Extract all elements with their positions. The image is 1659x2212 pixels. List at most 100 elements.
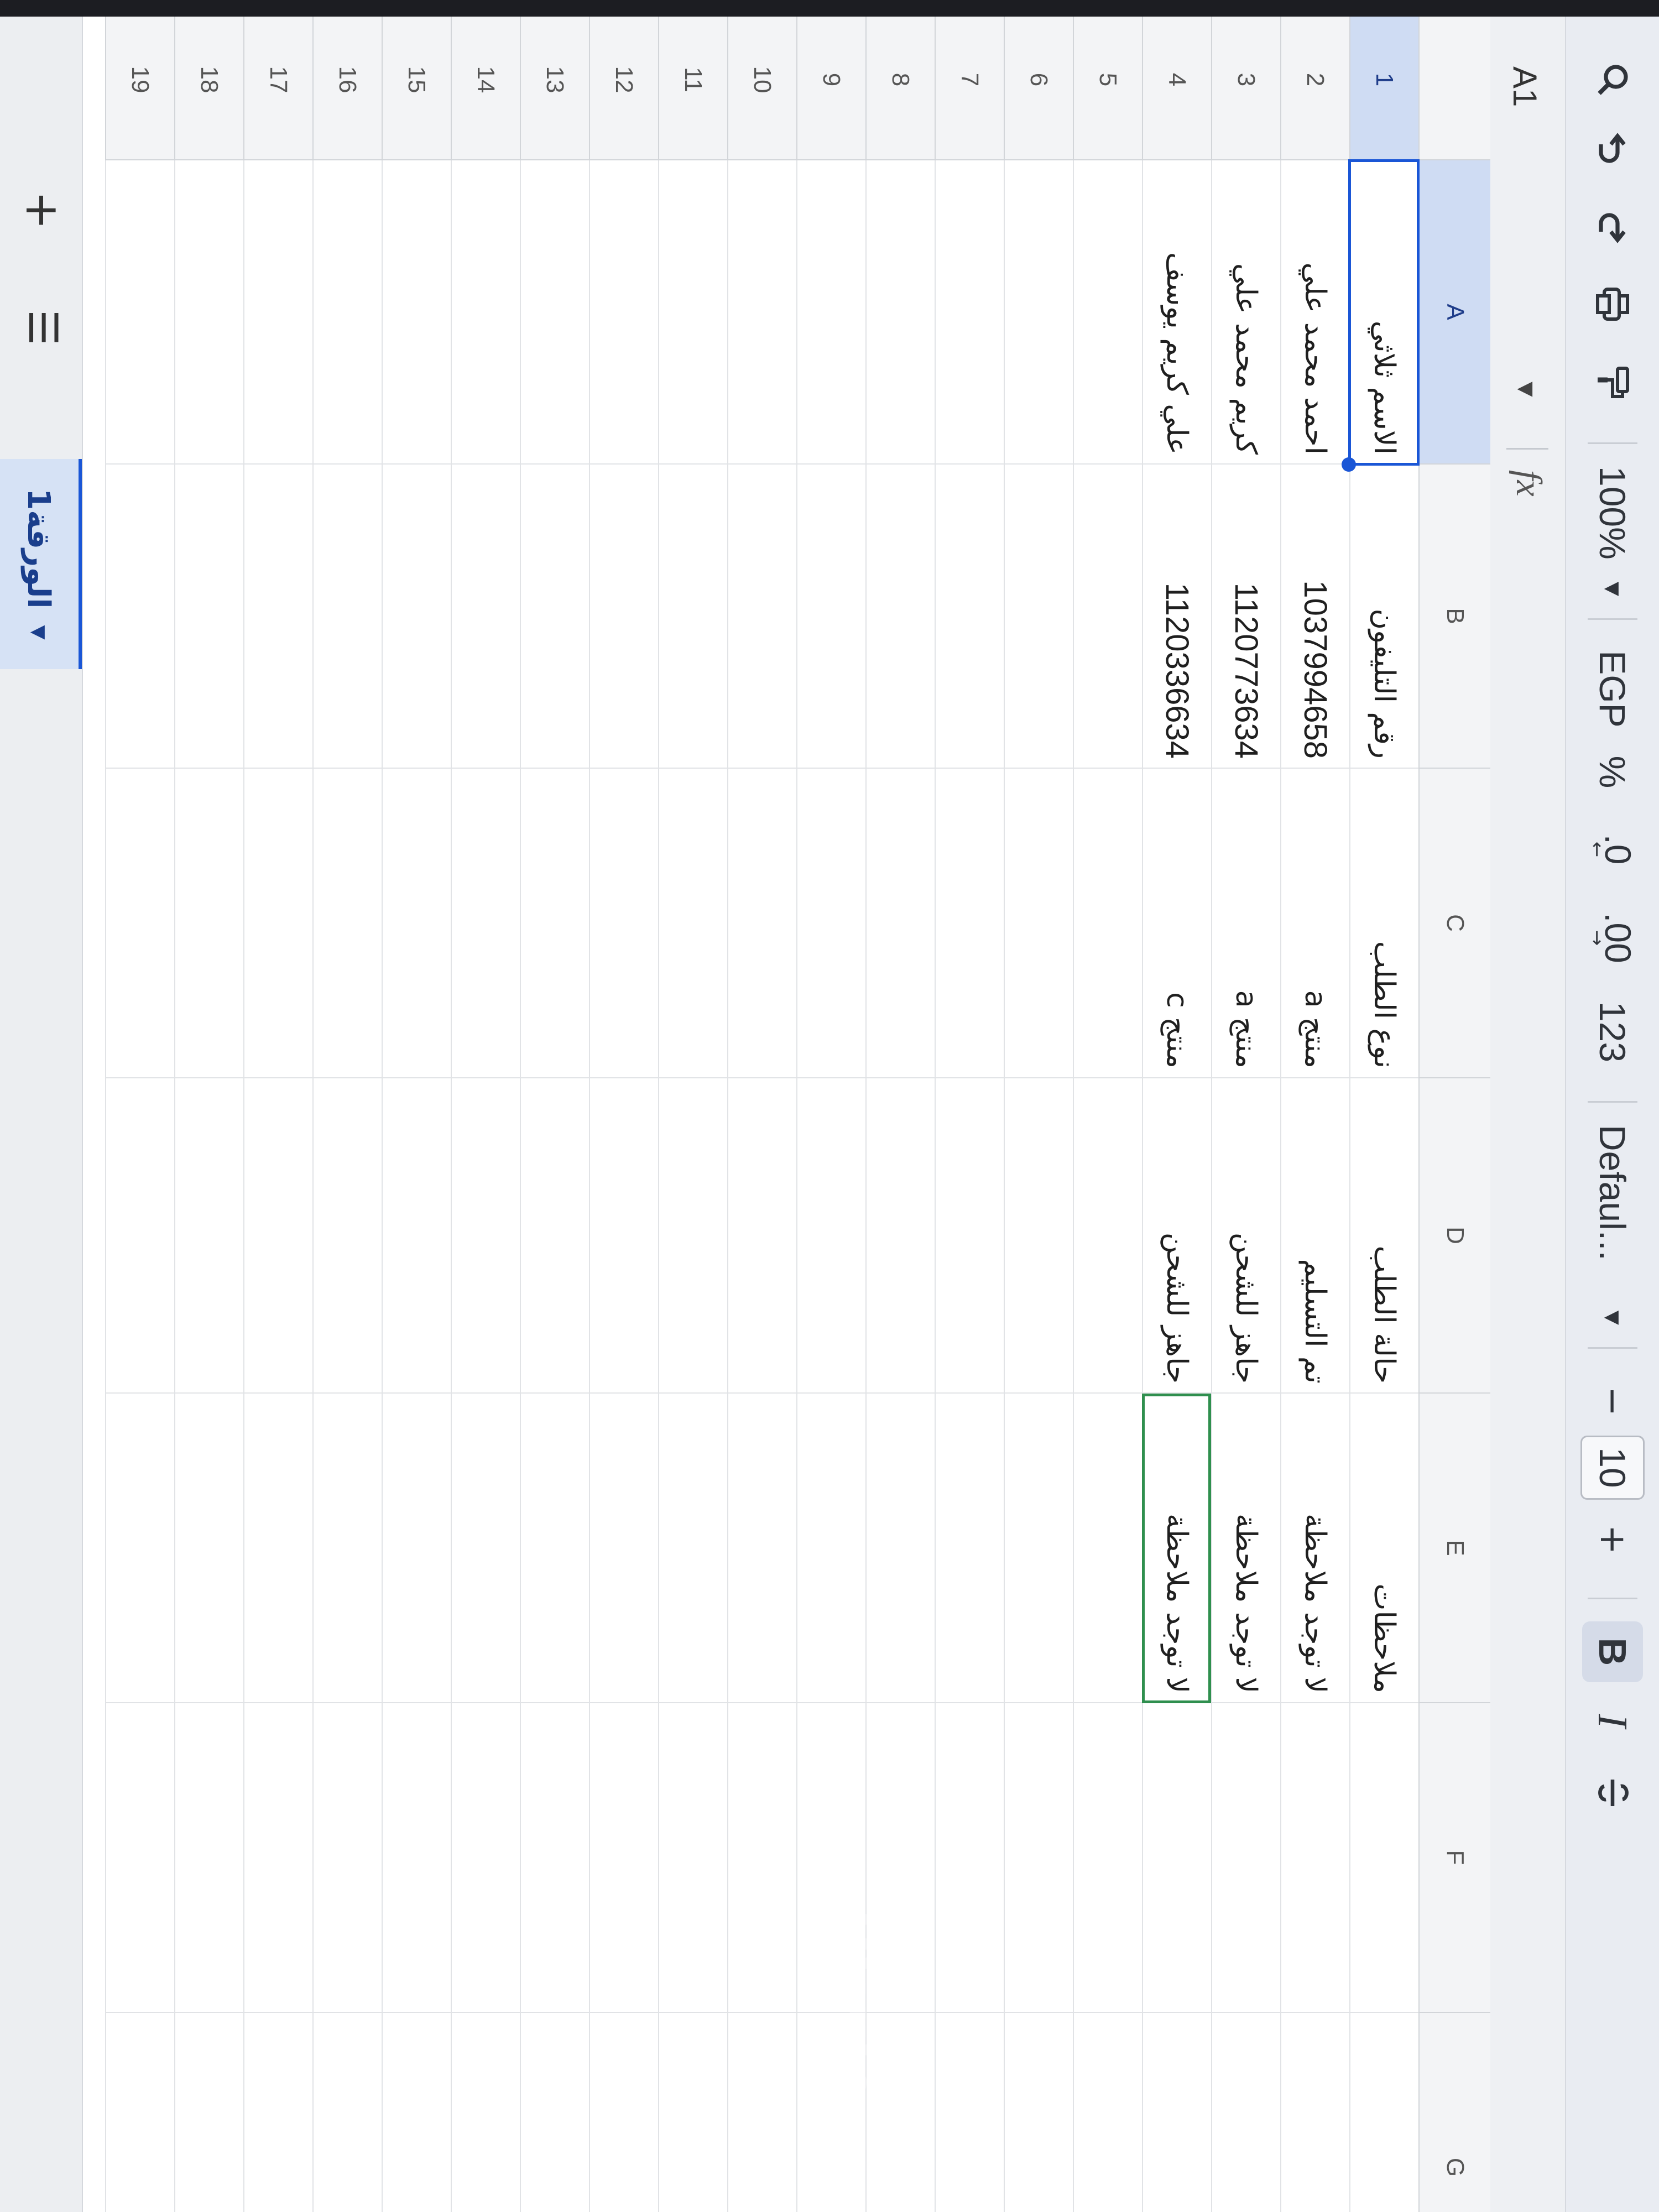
- cell-d4[interactable]: جاهز للشحن: [1142, 1078, 1211, 1394]
- grid-cell[interactable]: [105, 1394, 174, 1703]
- grid-cell[interactable]: [1073, 1703, 1142, 2013]
- grid-cell[interactable]: [658, 2013, 727, 2212]
- grid-cell[interactable]: [658, 769, 727, 1078]
- grid-cell[interactable]: [382, 1078, 451, 1394]
- grid-cell[interactable]: [1211, 1703, 1280, 2013]
- cell-c1[interactable]: نوع الطلب: [1349, 769, 1418, 1078]
- grid-cell[interactable]: [589, 1703, 658, 2013]
- sheet-tab[interactable]: الورقة1 ▼: [0, 459, 82, 669]
- cell-c2[interactable]: منتج a: [1280, 769, 1349, 1078]
- grid-cell[interactable]: [935, 465, 1004, 769]
- grid-cell[interactable]: [935, 1394, 1004, 1703]
- font-size-increase-button[interactable]: +: [1579, 1504, 1646, 1575]
- cell-e2[interactable]: لا توجد ملاحظة: [1280, 1394, 1349, 1703]
- grid-cell[interactable]: [1073, 1394, 1142, 1703]
- column-header-f[interactable]: F: [1418, 1703, 1490, 2013]
- grid-cell[interactable]: [520, 160, 589, 465]
- undo-icon[interactable]: [1579, 111, 1646, 188]
- grid-cell[interactable]: [589, 1078, 658, 1394]
- grid-cell[interactable]: [451, 2013, 520, 2212]
- grid-cell[interactable]: [1004, 465, 1073, 769]
- all-sheets-icon[interactable]: ☰: [20, 310, 66, 346]
- grid-cell[interactable]: [727, 465, 796, 769]
- bold-button[interactable]: B: [1582, 1621, 1643, 1682]
- grid-cell[interactable]: [382, 2013, 451, 2212]
- grid-cell[interactable]: [727, 160, 796, 465]
- cell-e1[interactable]: ملاحظات: [1349, 1394, 1418, 1703]
- grid-cell[interactable]: [865, 769, 935, 1078]
- grid-cell[interactable]: [658, 1078, 727, 1394]
- grid-cell[interactable]: [935, 769, 1004, 1078]
- row-header-10[interactable]: 10: [727, 0, 796, 160]
- column-header-c[interactable]: C: [1418, 769, 1490, 1078]
- row-header-2[interactable]: 2: [1280, 0, 1349, 160]
- grid-cell[interactable]: [312, 769, 382, 1078]
- paint-format-icon[interactable]: [1579, 343, 1646, 420]
- grid-cell[interactable]: [312, 160, 382, 465]
- row-header-1[interactable]: 1: [1349, 0, 1418, 160]
- grid-cell[interactable]: [727, 769, 796, 1078]
- name-box[interactable]: A1: [1506, 66, 1544, 107]
- row-header-7[interactable]: 7: [935, 0, 1004, 160]
- grid-cell[interactable]: [312, 1394, 382, 1703]
- row-header-11[interactable]: 11: [658, 0, 727, 160]
- grid-cell[interactable]: [243, 769, 312, 1078]
- currency-button[interactable]: EGP: [1579, 642, 1646, 736]
- grid-cell[interactable]: [382, 160, 451, 465]
- grid-cell[interactable]: [1349, 2013, 1418, 2212]
- grid-cell[interactable]: [174, 769, 243, 1078]
- cell-b4[interactable]: 1120336634: [1142, 465, 1211, 769]
- row-header-15[interactable]: 15: [382, 0, 451, 160]
- column-header-a[interactable]: A: [1418, 160, 1490, 465]
- grid-cell[interactable]: [243, 1078, 312, 1394]
- grid-cell[interactable]: [174, 1078, 243, 1394]
- cell-b3[interactable]: 1120773634: [1211, 465, 1280, 769]
- cell-d3[interactable]: جاهز للشحن: [1211, 1078, 1280, 1394]
- column-header-e[interactable]: E: [1418, 1394, 1490, 1703]
- grid-cell[interactable]: [520, 1078, 589, 1394]
- grid-cell[interactable]: [589, 769, 658, 1078]
- grid-cell[interactable]: [312, 2013, 382, 2212]
- row-header-14[interactable]: 14: [451, 0, 520, 160]
- grid-cell[interactable]: [382, 1394, 451, 1703]
- grid-cell[interactable]: [796, 465, 865, 769]
- grid-cell[interactable]: [1073, 160, 1142, 465]
- row-header-9[interactable]: 9: [796, 0, 865, 160]
- grid-cell[interactable]: [727, 1078, 796, 1394]
- grid-cell[interactable]: [727, 1394, 796, 1703]
- grid-cell[interactable]: [658, 160, 727, 465]
- grid-cell[interactable]: [865, 1394, 935, 1703]
- grid-cell[interactable]: [174, 465, 243, 769]
- grid-cell[interactable]: [105, 769, 174, 1078]
- row-header-3[interactable]: 3: [1211, 0, 1280, 160]
- grid-cell[interactable]: [1004, 2013, 1073, 2212]
- grid-cell[interactable]: [796, 1394, 865, 1703]
- grid-cell[interactable]: [935, 1703, 1004, 2013]
- cell-e4[interactable]: لا توجد ملاحظة: [1142, 1394, 1211, 1703]
- grid-cell[interactable]: [105, 1078, 174, 1394]
- column-header-g[interactable]: G: [1418, 2013, 1490, 2212]
- column-header-b[interactable]: B: [1418, 465, 1490, 769]
- grid-cell[interactable]: [935, 160, 1004, 465]
- print-icon[interactable]: [1579, 265, 1646, 343]
- grid-cell[interactable]: [382, 465, 451, 769]
- row-header-12[interactable]: 12: [589, 0, 658, 160]
- grid-cell[interactable]: [1280, 1703, 1349, 2013]
- percent-button[interactable]: %: [1579, 736, 1646, 808]
- grid-cell[interactable]: [865, 1078, 935, 1394]
- select-all-corner[interactable]: [1418, 0, 1490, 160]
- grid-cell[interactable]: [1142, 2013, 1211, 2212]
- grid-cell[interactable]: [451, 465, 520, 769]
- cell-e3[interactable]: لا توجد ملاحظة: [1211, 1394, 1280, 1703]
- grid-cell[interactable]: [105, 2013, 174, 2212]
- grid-cell[interactable]: [451, 160, 520, 465]
- font-size-decrease-button[interactable]: −: [1579, 1371, 1646, 1432]
- cell-c3[interactable]: منتج a: [1211, 769, 1280, 1078]
- grid-cell[interactable]: [312, 1078, 382, 1394]
- grid-cell[interactable]: [105, 160, 174, 465]
- grid-cell[interactable]: [243, 1703, 312, 2013]
- cell-a1[interactable]: الاسم ثلاثي: [1349, 160, 1418, 465]
- redo-icon[interactable]: [1579, 188, 1646, 265]
- grid-cell[interactable]: [174, 2013, 243, 2212]
- grid-cell[interactable]: [312, 465, 382, 769]
